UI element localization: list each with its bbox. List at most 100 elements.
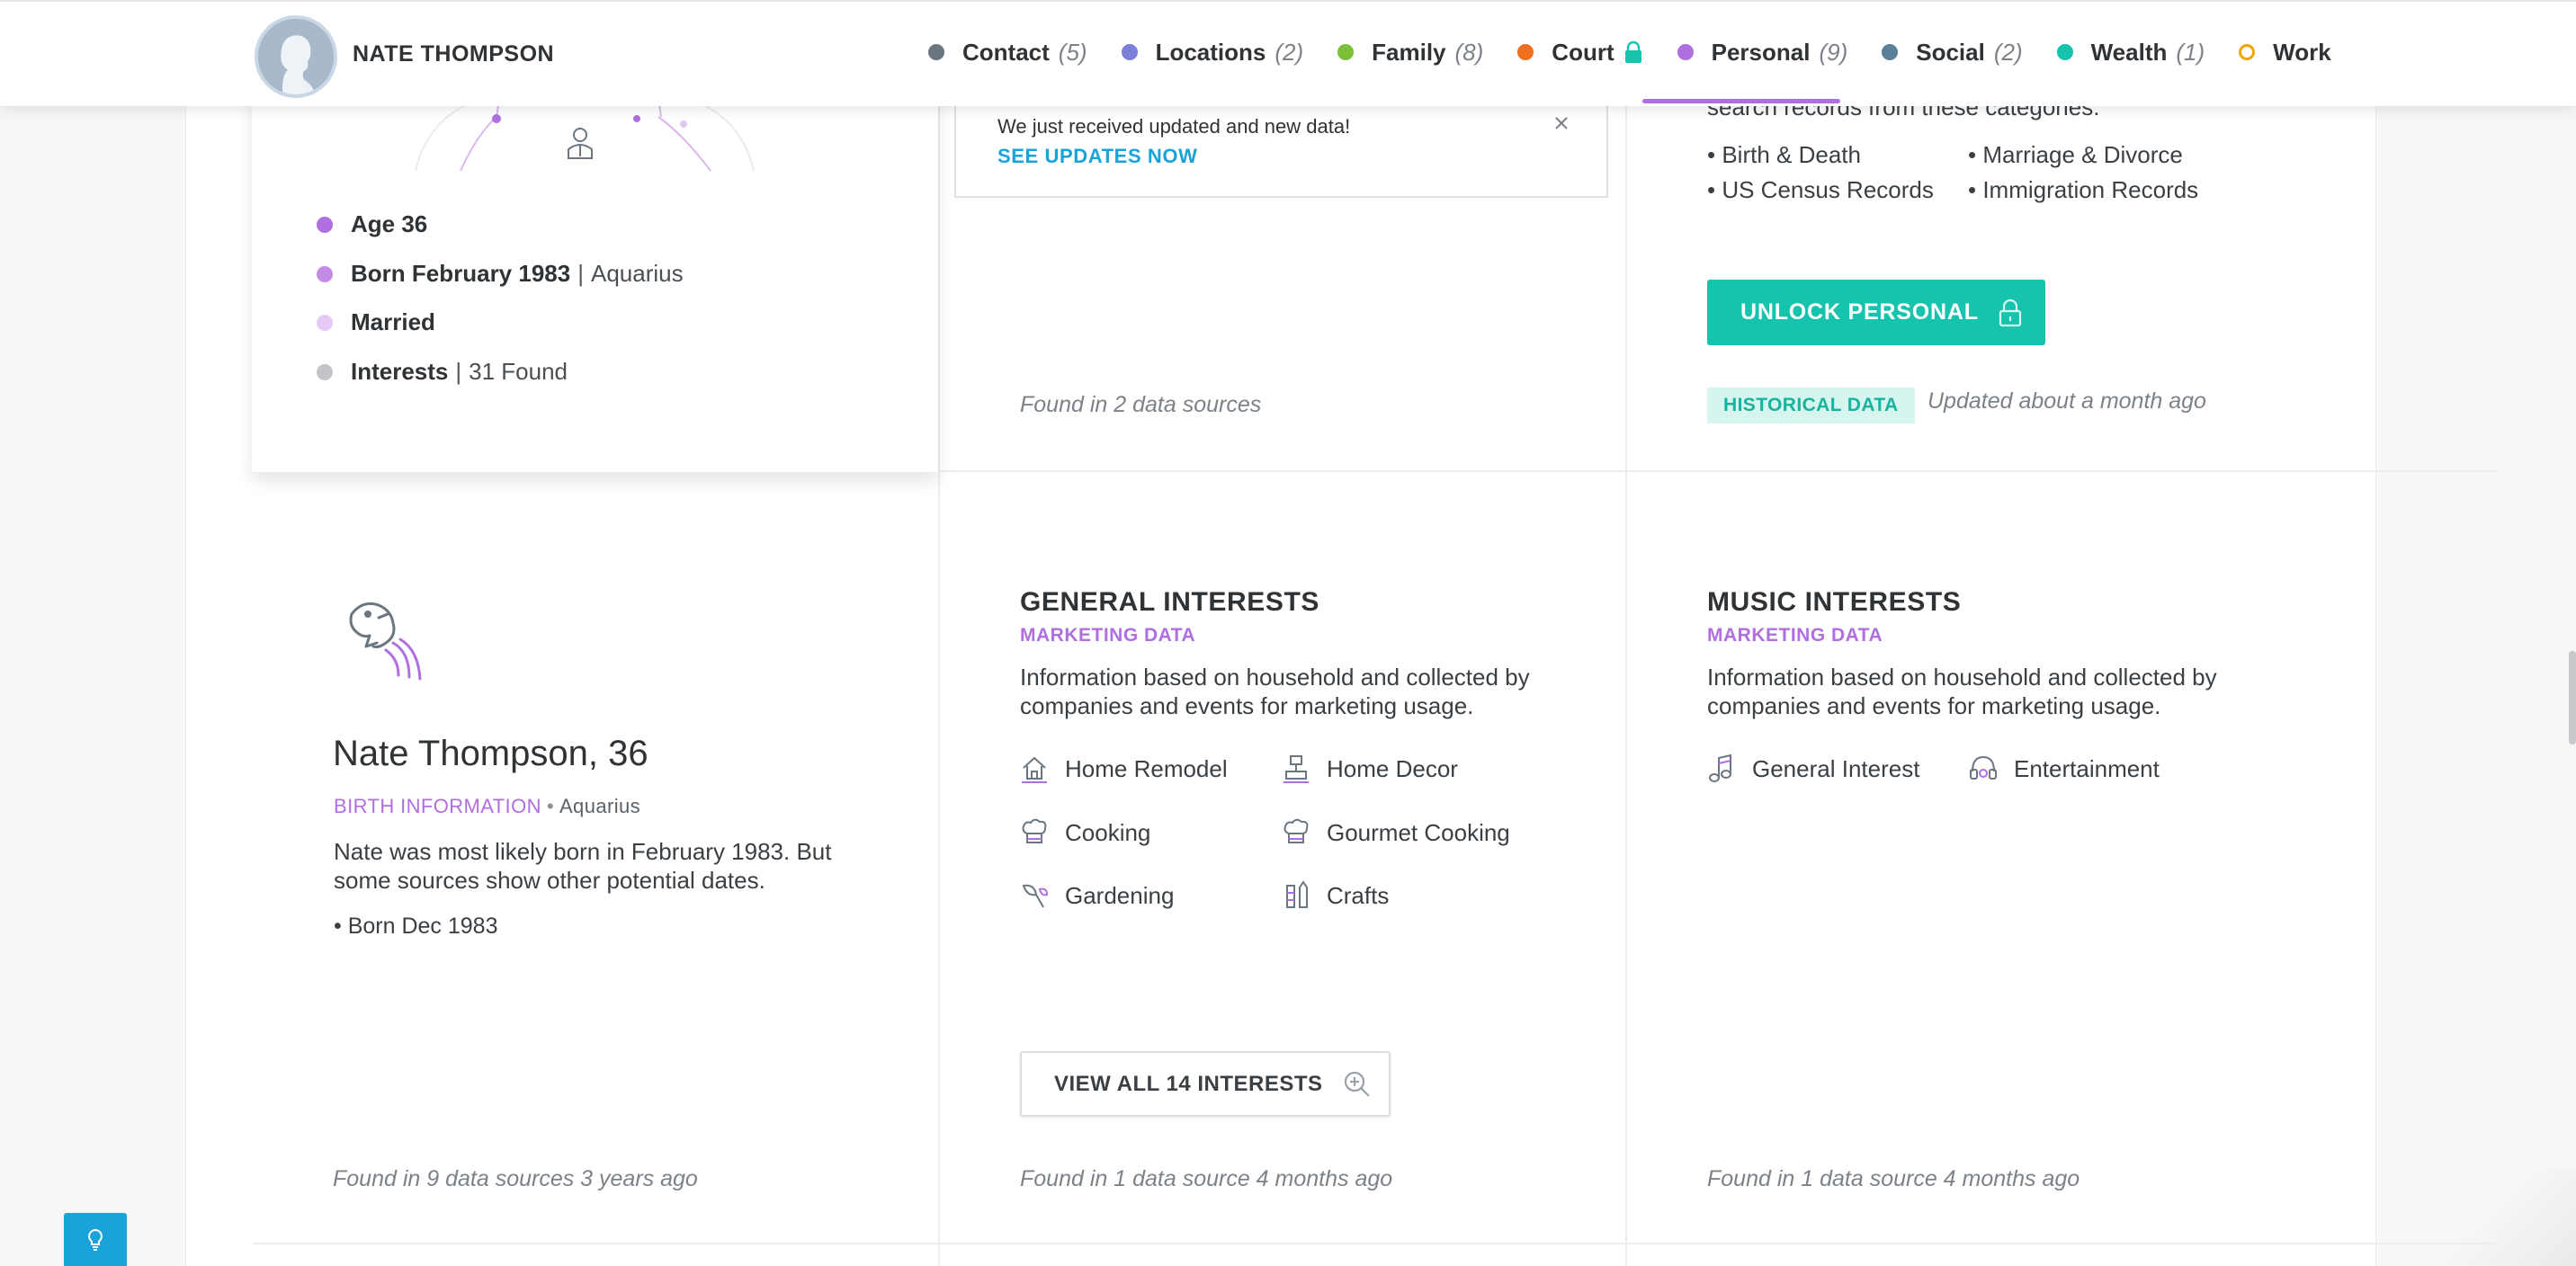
tab-dot bbox=[1517, 44, 1534, 60]
active-tab-indicator bbox=[1642, 99, 1840, 103]
tab-personal[interactable]: Personal (9) bbox=[1677, 39, 1847, 67]
scrollbar-thumb[interactable] bbox=[2569, 651, 2576, 744]
fact-born-text: Born February 1983 bbox=[351, 260, 571, 287]
fact-interests: Interests | 31 Found bbox=[317, 358, 568, 386]
general-interests-description: Information based on household and colle… bbox=[1020, 664, 1530, 719]
tab-count: (5) bbox=[1058, 38, 1087, 66]
unlock-personal-button[interactable]: UNLOCK PERSONAL bbox=[1707, 280, 2045, 345]
birth-info-subtitle: BIRTH INFORMATION • Aquarius bbox=[334, 795, 641, 817]
interest-label: Home Decor bbox=[1327, 754, 1458, 782]
tab-dot bbox=[2056, 44, 2073, 60]
tab-count: (1) bbox=[2176, 38, 2205, 66]
close-icon[interactable] bbox=[1548, 110, 1575, 137]
lock-icon bbox=[1624, 40, 1641, 63]
tab-label: Work bbox=[2273, 38, 2331, 66]
tab-label: Social bbox=[1916, 38, 1985, 66]
tab-wealth[interactable]: Wealth (1) bbox=[2056, 38, 2205, 67]
general-interests-found: Found in 1 data source 4 months ago bbox=[1020, 1166, 1393, 1191]
tab-dot bbox=[1882, 44, 1899, 60]
lock-icon bbox=[1999, 299, 2021, 326]
tab-social[interactable]: Social (2) bbox=[1882, 38, 2023, 67]
fact-interests-text: Interests bbox=[351, 358, 449, 385]
row-divider bbox=[253, 1243, 2496, 1244]
tab-count: (2) bbox=[1275, 38, 1304, 66]
fact-born: Born February 1983 | Aquarius bbox=[317, 260, 684, 288]
general-interests-title: GENERAL INTERESTS bbox=[1020, 587, 1320, 617]
chef-hat-icon bbox=[1284, 818, 1309, 843]
interest-label: Entertainment bbox=[2014, 754, 2160, 782]
tab-court[interactable]: Court bbox=[1517, 39, 1642, 67]
fact-married-text: Married bbox=[351, 308, 435, 335]
tab-count: (2) bbox=[1993, 38, 2023, 66]
top-header: NATE THOMPSON Contact (5) Locations (2) … bbox=[0, 0, 2576, 106]
profile-found-sources: Found in 2 data sources bbox=[1020, 392, 1262, 417]
tab-locations[interactable]: Locations (2) bbox=[1121, 38, 1304, 67]
record-category: • Marriage & Divorce bbox=[1968, 141, 2183, 168]
fact-married: Married bbox=[317, 308, 435, 336]
historical-data-badge: HISTORICAL DATA bbox=[1707, 388, 1915, 423]
chef-hat-icon bbox=[1022, 818, 1047, 843]
fact-dot bbox=[317, 314, 333, 331]
fact-separator: | bbox=[455, 358, 462, 385]
fact-separator: | bbox=[577, 260, 584, 287]
row-divider bbox=[938, 470, 2496, 472]
interest-general-music: General Interest bbox=[1707, 753, 1919, 784]
birth-description: Nate was most likely born in February 19… bbox=[334, 838, 832, 894]
updated-timestamp: Updated about a month ago bbox=[1928, 388, 2206, 414]
tab-dot bbox=[2239, 44, 2256, 60]
interest-label: Cooking bbox=[1065, 818, 1151, 846]
record-category: • Immigration Records bbox=[1968, 176, 2199, 203]
window-corner-shade bbox=[2428, 1169, 2576, 1266]
column-divider bbox=[1625, 0, 1627, 1266]
plant-icon bbox=[1022, 884, 1049, 908]
person-name-title: NATE THOMPSON bbox=[353, 41, 555, 67]
record-category: • Birth & Death bbox=[1707, 141, 1861, 168]
lightbulb-icon bbox=[88, 1228, 103, 1251]
interest-home-remodel: Home Remodel bbox=[1020, 753, 1228, 784]
help-button[interactable] bbox=[64, 1213, 127, 1266]
music-note-icon bbox=[1709, 753, 1731, 782]
fact-zodiac: Aquarius bbox=[590, 260, 684, 287]
category-tabs: Contact (5) Locations (2) Family (8) Cou… bbox=[928, 34, 2366, 70]
person-silhouette-icon bbox=[258, 19, 334, 94]
stork-icon bbox=[349, 602, 422, 681]
avatar bbox=[255, 15, 337, 98]
tab-family[interactable]: Family (8) bbox=[1337, 39, 1483, 67]
view-all-interests-button[interactable]: VIEW ALL 14 INTERESTS bbox=[1020, 1051, 1391, 1117]
general-interests-subtitle: MARKETING DATA bbox=[1020, 625, 1196, 646]
music-interests-description: Information based on household and colle… bbox=[1707, 664, 2217, 719]
fact-dot bbox=[317, 265, 333, 282]
tab-count: (8) bbox=[1454, 38, 1484, 66]
interest-label: Gardening bbox=[1065, 881, 1175, 909]
birth-info-label: BIRTH INFORMATION bbox=[334, 795, 541, 817]
interest-home-decor: Home Decor bbox=[1282, 753, 1458, 784]
crafts-icon bbox=[1286, 880, 1308, 908]
record-category-list: • Birth & Death • Marriage & Divorce • U… bbox=[1707, 141, 2265, 204]
fact-dot bbox=[317, 363, 333, 380]
see-updates-link[interactable]: SEE UPDATES NOW bbox=[997, 145, 1198, 168]
fact-age: Age 36 bbox=[317, 210, 427, 238]
tab-label: Locations bbox=[1155, 38, 1266, 66]
tab-dot bbox=[928, 44, 944, 60]
tab-dot bbox=[1337, 44, 1355, 60]
birth-person-name: Nate Thompson, 36 bbox=[333, 734, 648, 773]
zoom-in-icon bbox=[1344, 1071, 1370, 1097]
interest-label: Gourmet Cooking bbox=[1327, 818, 1510, 846]
birth-zodiac: Aquarius bbox=[559, 795, 641, 817]
notification-message: We just received updated and new data! bbox=[997, 115, 1351, 138]
interest-crafts: Crafts bbox=[1282, 880, 1389, 911]
home-decor-icon bbox=[1284, 755, 1309, 783]
interest-label: Home Remodel bbox=[1065, 754, 1228, 782]
interest-gourmet-cooking: Gourmet Cooking bbox=[1282, 817, 1510, 848]
tab-contact[interactable]: Contact (5) bbox=[928, 39, 1087, 67]
interest-label: Crafts bbox=[1327, 881, 1390, 909]
interest-gardening: Gardening bbox=[1020, 880, 1174, 911]
tab-work[interactable]: Work bbox=[2239, 39, 2331, 67]
music-interests-title: MUSIC INTERESTS bbox=[1707, 587, 1962, 617]
column-divider bbox=[938, 0, 940, 1266]
home-remodel-icon bbox=[1022, 756, 1047, 783]
birth-found-sources: Found in 9 data sources 3 years ago bbox=[333, 1166, 698, 1191]
tab-label: Family bbox=[1372, 38, 1446, 66]
tab-dot bbox=[1677, 44, 1694, 60]
music-interests-subtitle: MARKETING DATA bbox=[1707, 625, 1883, 646]
